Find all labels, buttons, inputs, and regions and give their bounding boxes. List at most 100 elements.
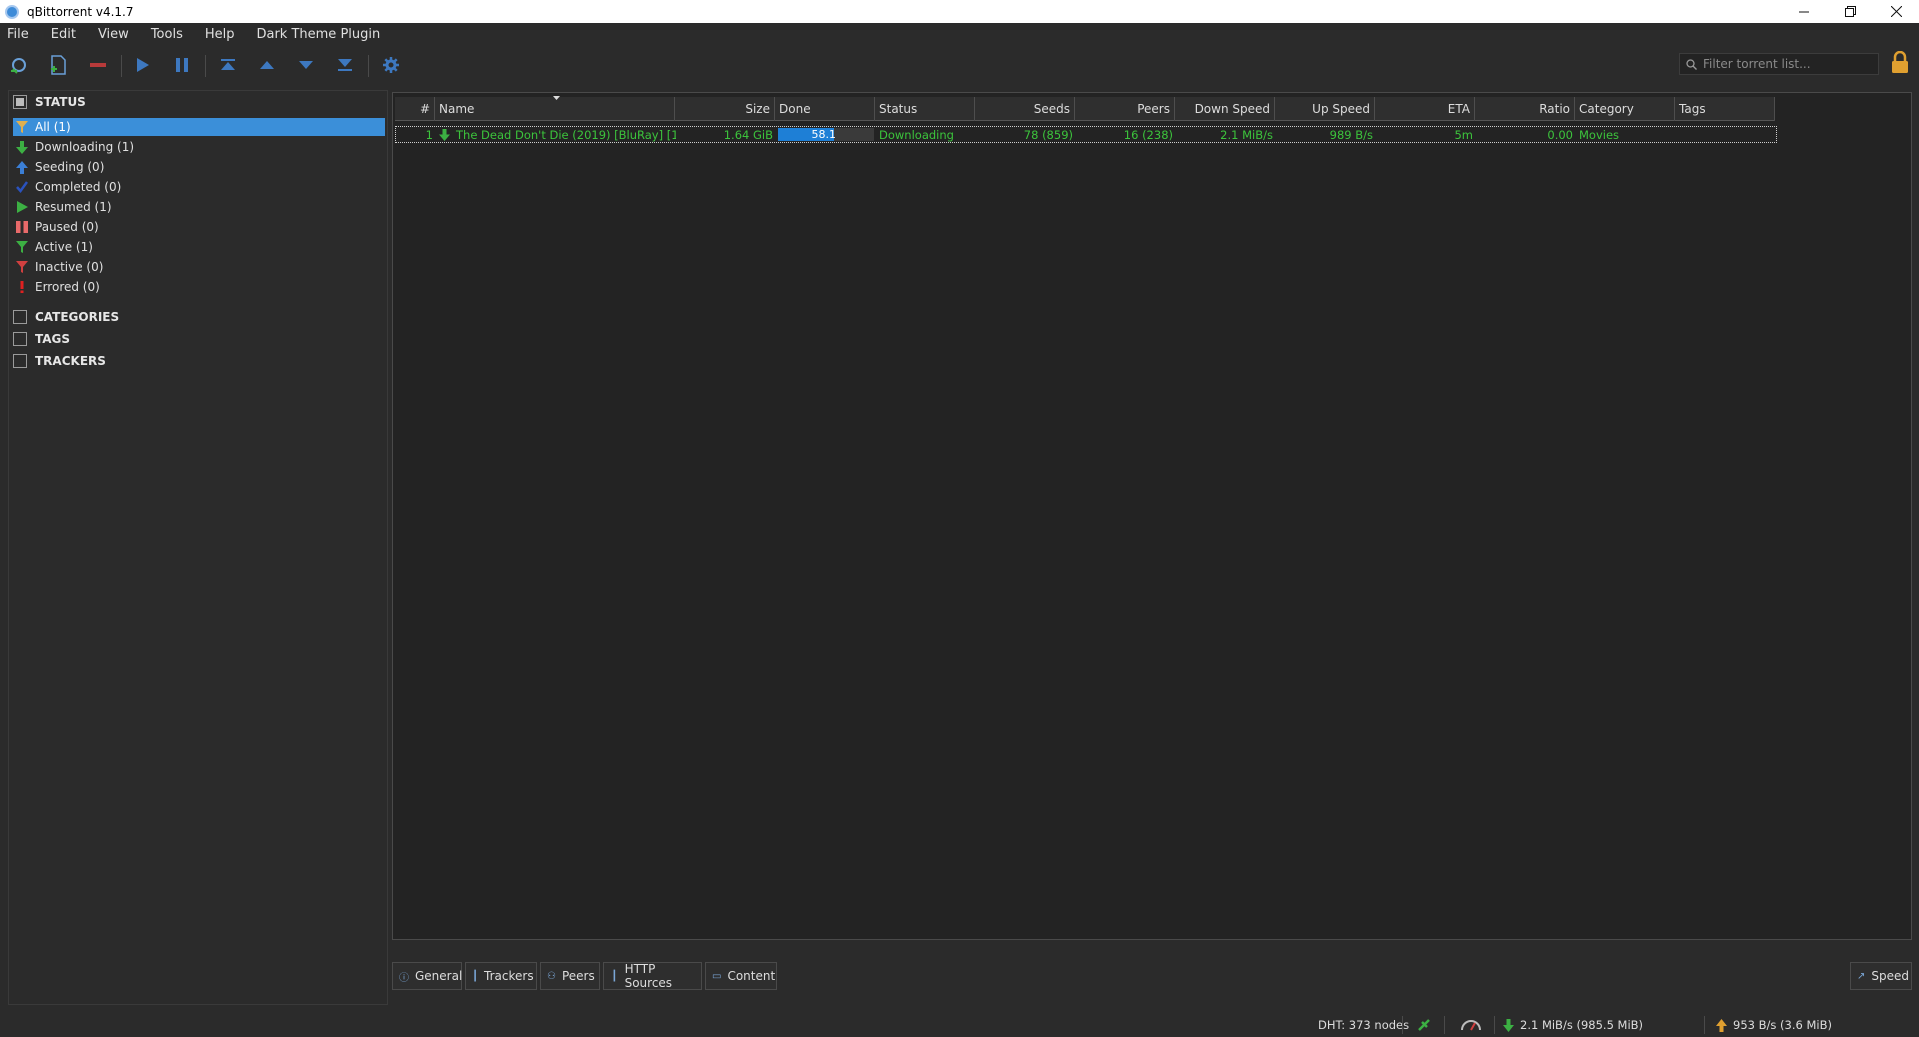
filter-icon [15,240,29,254]
move-up-button[interactable] [255,53,279,77]
options-button[interactable] [379,53,403,77]
delete-button[interactable] [86,53,110,77]
dht-nodes: DHT: 373 nodes [1318,1018,1410,1032]
tab-http-sources-label: HTTP Sources [624,962,673,990]
sidebar: STATUS All (1) Downloading (1) Seeding (… [8,90,388,1005]
toolbar-separator [121,55,122,77]
categories-checkbox[interactable] [13,310,27,324]
download-speed-text: 2.1 MiB/s (985.5 MiB) [1520,1018,1644,1032]
categories-heading: CATEGORIES [35,310,120,324]
column-header-up-speed[interactable]: Up Speed [1275,97,1375,121]
move-up-icon [260,61,274,69]
torrent-name-cell: The Dead Don't Die (2019) [BluRay] [108.… [436,127,676,142]
connection-icon [1418,1019,1430,1031]
status-item-paused[interactable]: Paused (0) [13,218,385,236]
column-header-eta[interactable]: ETA [1375,97,1475,121]
torrent-progress-text: 58.1 [811,128,837,141]
column-header-status[interactable]: Status [875,97,975,121]
menu-help[interactable]: Help [205,27,235,42]
move-top-button[interactable] [216,53,240,77]
tab-general[interactable]: ⓘ General [392,962,462,990]
tags-checkbox[interactable] [13,332,27,346]
tab-peers[interactable]: ⚇ Peers [540,962,600,990]
status-item-resumed[interactable]: Resumed (1) [13,198,385,216]
status-collapse-checkbox[interactable] [13,95,27,109]
lock-button[interactable] [1888,51,1912,75]
column-header-peers[interactable]: Peers [1075,97,1175,121]
title-bar: qBittorrent v4.1.7 [0,0,1919,23]
status-item-label: Inactive (0) [35,260,104,274]
status-item-inactive[interactable]: Inactive (0) [13,258,385,276]
torrent-tags [1676,127,1776,142]
arrow-down-icon [15,140,29,154]
trackers-checkbox[interactable] [13,354,27,368]
torrent-row[interactable]: 1 The Dead Don't Die (2019) [BluRay] [10… [395,126,1777,143]
resume-button[interactable] [131,53,155,77]
window-title: qBittorrent v4.1.7 [27,4,134,19]
status-item-label: Seeding (0) [35,160,105,174]
tracker-icon: ┃ [472,970,479,982]
add-torrent-file-button[interactable] [46,53,70,77]
add-torrent-link-button[interactable] [7,53,31,77]
tab-general-label: General [415,969,463,983]
status-section-header[interactable]: STATUS [13,95,86,109]
close-button[interactable] [1873,0,1919,23]
tab-http-sources[interactable]: ┃ HTTP Sources [603,962,702,990]
status-item-completed[interactable]: Completed (0) [13,178,385,196]
alt-speed-limits-button[interactable] [1458,1016,1484,1034]
upload-speed-indicator[interactable]: 953 B/s (3.6 MiB) [1716,1016,1916,1034]
tab-content-label: Content [727,969,776,983]
column-header-down-speed[interactable]: Down Speed [1175,97,1275,121]
status-item-downloading[interactable]: Downloading (1) [13,138,385,156]
tab-content[interactable]: ▭ Content [705,962,777,990]
transfer-list[interactable]: # Name Size Done Status Seeds Peers Down… [392,92,1912,940]
tab-trackers[interactable]: ┃ Trackers [465,962,537,990]
column-header-category[interactable]: Category [1575,97,1675,121]
pause-button[interactable] [170,53,194,77]
move-bottom-button[interactable] [333,53,357,77]
move-down-icon [299,61,313,69]
menu-file[interactable]: File [7,27,29,42]
upload-speed-text: 953 B/s (3.6 MiB) [1733,1018,1832,1032]
close-icon [1890,6,1902,17]
status-item-all[interactable]: All (1) [13,118,385,136]
status-item-seeding[interactable]: Seeding (0) [13,158,385,176]
column-header-tags[interactable]: Tags [1675,97,1775,121]
menu-dark-theme-plugin[interactable]: Dark Theme Plugin [256,27,380,42]
status-item-errored[interactable]: Errored (0) [13,278,385,296]
menu-tools[interactable]: Tools [151,27,183,42]
statusbar-separator [1494,1016,1495,1034]
torrent-ratio: 0.00 [1547,127,1573,142]
torrent-name: The Dead Don't Die (2019) [BluRay] [108.… [456,127,676,142]
column-header-number[interactable]: # [395,97,435,121]
exclamation-icon [15,280,29,294]
lock-icon [1892,51,1908,73]
minimize-button[interactable] [1781,0,1827,23]
toolbar-separator [368,55,369,77]
torrent-status: Downloading [879,127,954,142]
menu-view[interactable]: View [98,27,129,42]
column-header-ratio[interactable]: Ratio [1475,97,1575,121]
torrent-progress-bar: 58.1 [778,128,874,141]
move-down-button[interactable] [294,53,318,77]
restore-icon [1844,6,1856,17]
column-header-done[interactable]: Done [775,97,875,121]
column-header-seeds[interactable]: Seeds [975,97,1075,121]
column-header-row: # Name Size Done Status Seeds Peers Down… [395,96,1775,121]
restore-button[interactable] [1827,0,1873,23]
play-icon [137,58,149,72]
menu-edit[interactable]: Edit [51,27,76,42]
connection-status-button[interactable] [1414,1016,1434,1034]
speed-tab[interactable]: ↗ Speed [1850,962,1912,990]
info-icon: ⓘ [399,972,409,984]
column-header-size[interactable]: Size [675,97,775,121]
pause-icon [176,58,188,72]
column-header-name[interactable]: Name [435,96,675,121]
arrow-down-icon [1503,1018,1514,1032]
categories-section-header[interactable]: CATEGORIES [13,310,119,324]
filter-input[interactable] [1703,57,1873,71]
trackers-section-header[interactable]: TRACKERS [13,354,106,368]
tags-section-header[interactable]: TAGS [13,332,70,346]
download-speed-indicator[interactable]: 2.1 MiB/s (985.5 MiB) [1503,1016,1703,1034]
status-item-active[interactable]: Active (1) [13,238,385,256]
